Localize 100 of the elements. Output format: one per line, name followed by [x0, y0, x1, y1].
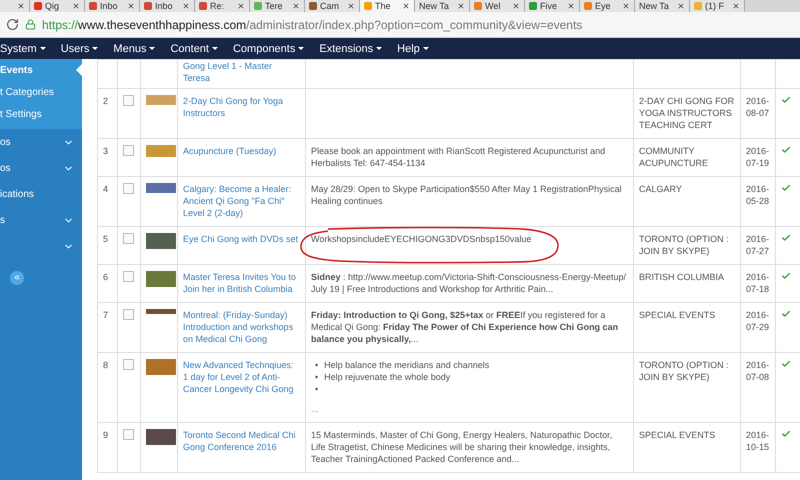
row-checkbox[interactable] — [123, 233, 134, 244]
tab-title: Eye — [595, 1, 612, 11]
menu-item[interactable]: Users — [60, 42, 98, 54]
tab-title: Cam — [320, 1, 340, 11]
bullet-mark: • — [315, 359, 318, 371]
tab-title: Tere — [265, 1, 284, 11]
menu-item[interactable]: Help — [397, 42, 429, 54]
row-checkbox[interactable] — [123, 309, 134, 320]
sidebar-item[interactable]: os — [0, 155, 82, 181]
event-description: Please book an appointment with RianScott Registered Acupuncturist and Herbalists Tel: 647-454-1134 — [311, 145, 606, 169]
browser-tab[interactable]: The — [360, 0, 415, 12]
sidebar-item[interactable]: os — [0, 129, 82, 155]
close-icon[interactable] — [237, 2, 245, 10]
row-number: 2 — [103, 96, 108, 106]
photo-placeholder — [146, 359, 176, 375]
close-icon[interactable] — [182, 2, 190, 10]
check-icon[interactable] — [781, 429, 791, 439]
event-description: Sidney : http://www.meetup.com/Victoria-Shift-Consciousness-Energy-Meetup/ July 19 | Free Introductions and Workshop for Arthritic Pain... — [311, 271, 627, 295]
tab-title: New Ta — [639, 1, 670, 11]
lock-icon — [25, 19, 36, 30]
browser-tab[interactable]: New Ta — [415, 0, 470, 12]
row-checkbox[interactable] — [123, 95, 134, 106]
photo-placeholder — [146, 271, 176, 287]
row-checkbox[interactable] — [123, 359, 134, 370]
description-bullet: Help rejuvenate the whole body — [324, 371, 450, 383]
sidebar-item[interactable]: s — [0, 207, 82, 233]
check-icon[interactable] — [781, 183, 791, 193]
row-number: 7 — [103, 310, 108, 320]
event-description: Friday: Introduction to Qi Gong, $25+tax or FREEIf you registered for a Medical Qi Gong: Friday The Power of Chi Experience how Chi Gong can balance you physically,... — [311, 309, 620, 345]
description-bullet: Help balance the meridians and channels — [324, 359, 490, 371]
close-icon[interactable] — [292, 2, 300, 10]
check-icon[interactable] — [781, 271, 791, 281]
event-category: SPECIAL EVENTS — [639, 309, 716, 321]
browser-tab[interactable]: Tere — [250, 0, 305, 12]
event-category: 2-DAY CHI GONG FOR YOGA INSTRUCTORS TEACHING CERT — [639, 95, 735, 131]
event-category: CALGARY — [639, 183, 683, 195]
close-icon[interactable] — [127, 2, 135, 10]
tab-title: Re: — [210, 1, 226, 11]
close-icon[interactable] — [72, 2, 80, 10]
close-icon[interactable] — [402, 2, 410, 10]
tab-title: Five — [540, 1, 558, 11]
browser-tab[interactable]: (1) F — [690, 0, 745, 12]
tab-title: Qig — [45, 1, 60, 11]
photo-placeholder — [146, 429, 176, 445]
photo-placeholder — [146, 95, 176, 105]
menu-item[interactable]: System — [0, 42, 46, 54]
close-icon[interactable] — [17, 2, 25, 10]
check-icon[interactable] — [781, 145, 791, 155]
row-checkbox[interactable] — [123, 183, 134, 194]
close-icon[interactable] — [512, 2, 520, 10]
event-category: BRITISH COLUMBIA — [639, 271, 726, 283]
browser-tab[interactable]: Inbo — [140, 0, 195, 12]
row-number: 3 — [103, 146, 108, 156]
close-icon[interactable] — [457, 2, 465, 10]
close-icon[interactable] — [622, 2, 630, 10]
sidebar-label: os — [0, 136, 11, 148]
event-date: 2016-07-29 — [746, 310, 770, 332]
browser-tab[interactable]: New Ta — [635, 0, 690, 12]
check-icon[interactable] — [781, 233, 791, 243]
browser-tab[interactable]: Qig — [30, 0, 85, 12]
browser-tab[interactable]: Wel — [470, 0, 525, 12]
photo-placeholder — [146, 233, 176, 249]
tab-title: (1) F — [705, 1, 725, 11]
event-description: 15 Masterminds, Master of Chi Gong, Energy Healers, Naturopathic Doctor, Life Stragetist, Chinese Medicines will be sharing their knowledge, insights, Teacher TrainingActioned Packed Conference and... — [311, 429, 614, 465]
browser-tab[interactable]: Five — [525, 0, 580, 12]
menu-item[interactable]: Menus — [113, 42, 156, 54]
photo-placeholder — [146, 145, 176, 157]
check-icon[interactable] — [781, 95, 791, 105]
sidebar-label: ications — [0, 188, 34, 200]
browser-tab[interactable]: Cam — [305, 0, 360, 12]
check-icon[interactable] — [781, 309, 791, 319]
row-number: 6 — [103, 272, 108, 282]
row-checkbox[interactable] — [123, 429, 134, 440]
row-checkbox[interactable] — [123, 145, 134, 156]
close-icon[interactable] — [732, 2, 740, 10]
event-description: WorkshopsincludeEYECHIGONG3DVDSnbsp150value — [311, 233, 532, 245]
event-date: 2016-05-28 — [746, 184, 770, 206]
bullet-mark: • — [315, 371, 318, 383]
sidebar-item[interactable]: ications — [0, 181, 82, 207]
close-icon[interactable] — [677, 2, 685, 10]
browser-tab[interactable]: Re: — [195, 0, 250, 12]
tab-title: Wel — [485, 1, 502, 11]
row-checkbox[interactable] — [123, 271, 134, 282]
close-icon[interactable] — [567, 2, 575, 10]
event-date: 2016-07-08 — [746, 360, 770, 382]
event-date: 2016-10-15 — [746, 430, 770, 452]
close-icon[interactable] — [347, 2, 355, 10]
photo-placeholder — [146, 183, 176, 193]
row-number: 5 — [103, 234, 108, 244]
menu-item[interactable]: Extensions — [319, 42, 382, 54]
event-category: COMMUNITY ACUPUNCTURE — [639, 145, 710, 169]
event-date: 2016-07-18 — [746, 272, 770, 294]
check-icon[interactable] — [781, 359, 791, 369]
browser-tab[interactable]: Inbo — [85, 0, 140, 12]
tab-title: Inbo — [100, 1, 119, 11]
menu-item[interactable]: Components — [232, 42, 304, 54]
reload-icon[interactable] — [6, 18, 19, 31]
event-category: TORONTO (OPTION : JOIN BY SKYPE) — [639, 233, 730, 257]
menu-item[interactable]: Content — [170, 42, 218, 54]
browser-tab[interactable]: Eye — [580, 0, 635, 12]
